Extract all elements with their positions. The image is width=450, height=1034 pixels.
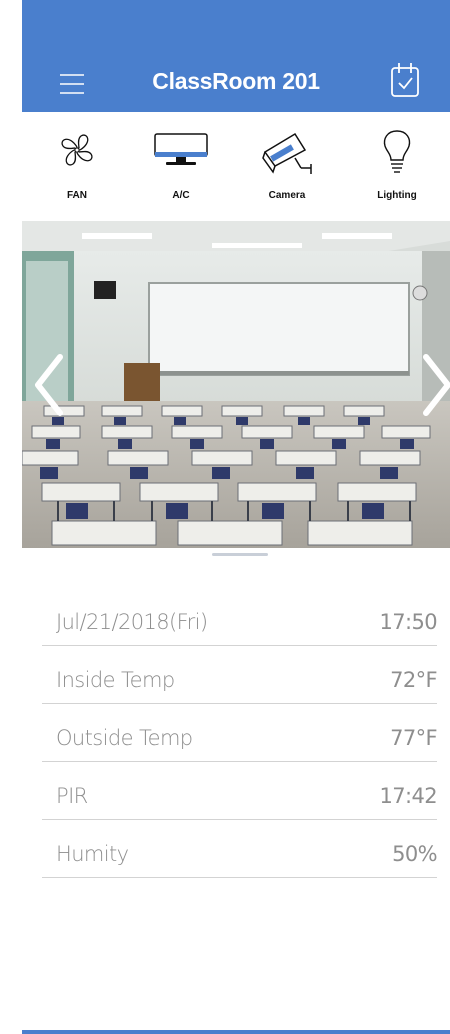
fan-icon [61, 134, 93, 166]
camera-button[interactable]: Camera [247, 124, 327, 210]
bottom-bar-edge [22, 1030, 450, 1034]
classroom-photo [22, 221, 450, 548]
humidity-value: 50% [392, 842, 437, 866]
chevron-right-icon [423, 354, 450, 416]
fan-label: FAN [67, 190, 87, 201]
calendar-check-icon [391, 63, 419, 97]
page-title: ClassRoom 201 [152, 68, 320, 94]
app-header: ClassRoom 201 [22, 0, 450, 112]
inside-temp-value: 72°F [390, 668, 438, 692]
calendar-button[interactable] [388, 60, 422, 98]
app-screen: ClassRoom 201 FAN A/C Camera Lighting Ju… [22, 0, 450, 1034]
outside-temp-label: Outside Temp [56, 726, 193, 750]
camera-label: Camera [268, 190, 306, 201]
carousel-next-button[interactable] [420, 353, 450, 417]
security-camera-icon [262, 132, 312, 174]
carousel-prev-button[interactable] [32, 353, 68, 417]
pir-value: 17:42 [379, 784, 437, 808]
humidity-label: Humity [56, 842, 129, 866]
time-value: 17:50 [379, 610, 437, 634]
info-row-humidity: Humity 50% [42, 820, 438, 878]
outside-temp-value: 77°F [390, 726, 438, 750]
device-toolbar: FAN A/C Camera Lighting [22, 124, 450, 210]
ac-button[interactable]: A/C [141, 124, 221, 210]
pir-label: PIR [56, 784, 88, 808]
info-row-pir: PIR 17:42 [42, 762, 438, 820]
info-row-outside-temp: Outside Temp 77°F [42, 704, 438, 762]
classroom-carousel[interactable] [22, 221, 450, 548]
ac-unit-icon [154, 133, 208, 165]
date-label: Jul/21/2018(Fri) [56, 610, 208, 634]
fan-button[interactable]: FAN [37, 124, 117, 210]
info-row-date: Jul/21/2018(Fri) 17:50 [42, 588, 438, 646]
carousel-page-indicator[interactable] [212, 553, 268, 556]
status-info-list: Jul/21/2018(Fri) 17:50 Inside Temp 72°F … [42, 588, 438, 878]
ac-label: A/C [172, 190, 190, 201]
light-bulb-icon [383, 130, 411, 173]
info-row-inside-temp: Inside Temp 72°F [42, 646, 438, 704]
lighting-label: Lighting [377, 190, 417, 201]
chevron-left-icon [35, 354, 63, 416]
lighting-button[interactable]: Lighting [357, 124, 437, 210]
inside-temp-label: Inside Temp [56, 668, 175, 692]
